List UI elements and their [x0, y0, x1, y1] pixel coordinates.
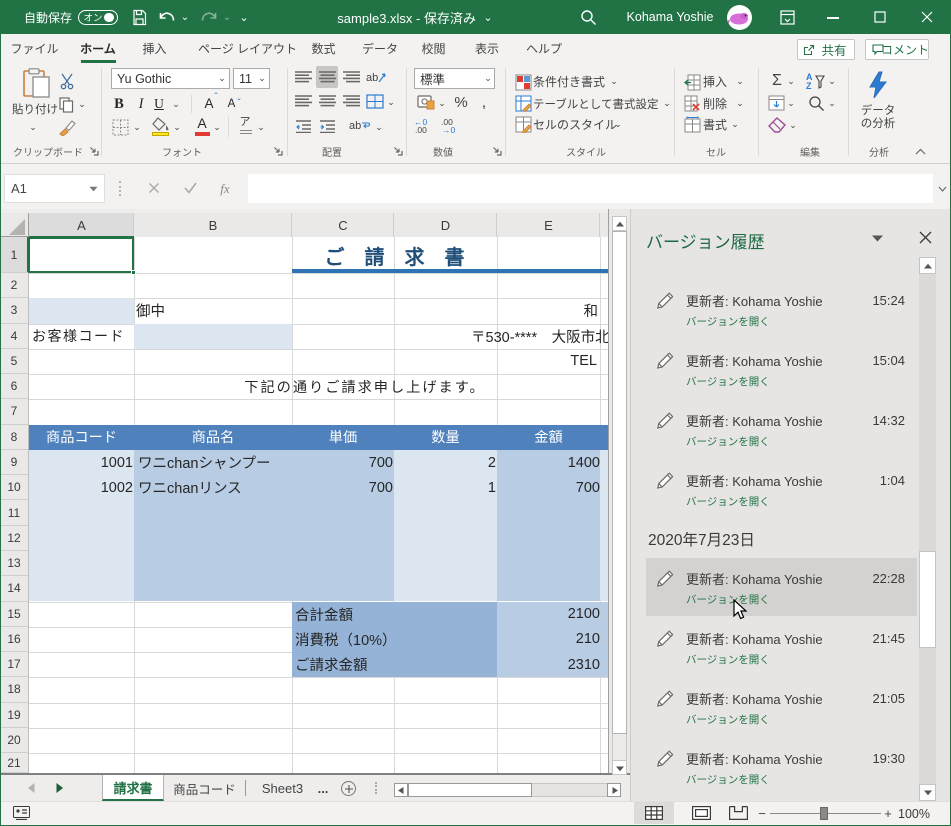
svg-text:ab: ab	[349, 120, 361, 132]
svg-text:ab: ab	[366, 72, 378, 84]
svg-text:Z: Z	[806, 81, 812, 90]
svg-text:.00: .00	[415, 125, 427, 134]
svg-text:→0: →0	[442, 125, 456, 134]
